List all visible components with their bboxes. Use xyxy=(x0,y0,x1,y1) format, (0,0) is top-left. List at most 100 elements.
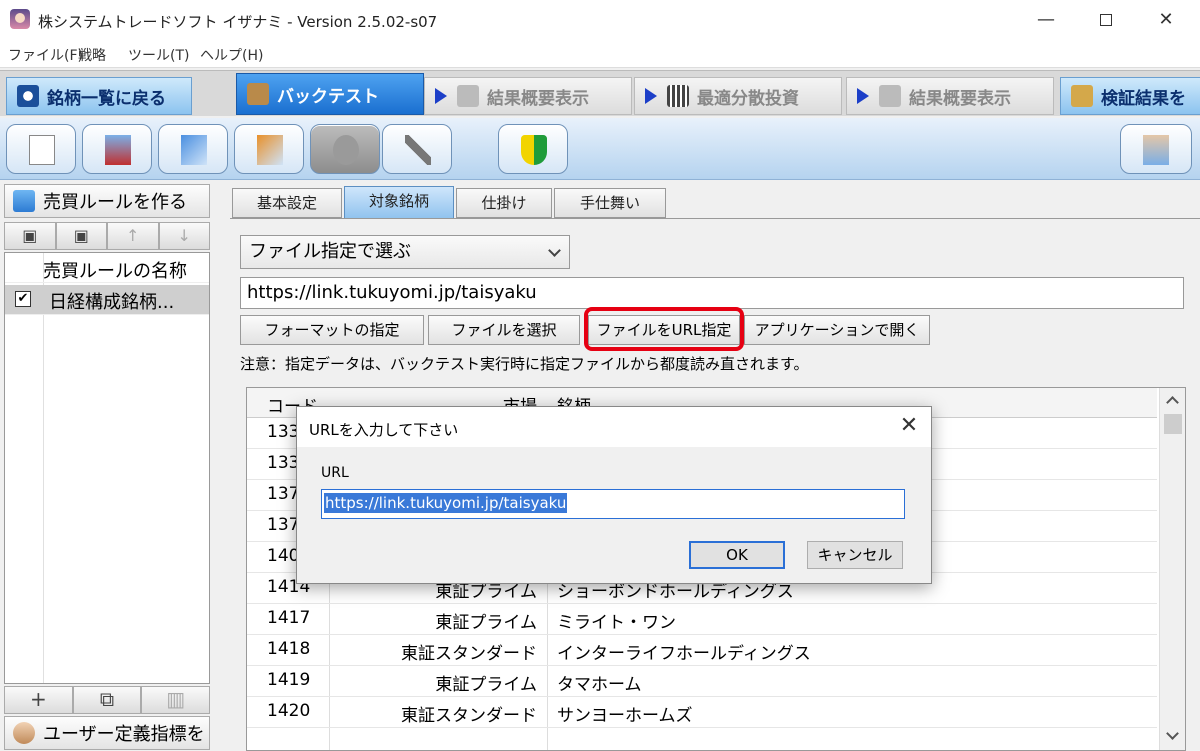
rule-checkbox[interactable]: ✔ xyxy=(15,291,31,307)
export-button[interactable] xyxy=(158,124,228,174)
chart-icon xyxy=(457,85,479,107)
table-row[interactable]: 1417 東証プライム ミライト・ワン xyxy=(247,604,1157,635)
menu-file[interactable]: ファイル(F) xyxy=(8,45,83,65)
open-with-app-button[interactable]: アプリケーションで開く xyxy=(744,315,930,345)
floppy-icon: ▣ xyxy=(22,226,38,245)
new-button[interactable] xyxy=(6,124,76,174)
tab-result-summary-2[interactable]: 結果概要表示 xyxy=(846,77,1054,115)
cell-code: 1420 xyxy=(267,701,311,721)
play-arrow-icon xyxy=(645,88,657,104)
delete-rule-button[interactable]: ▥ xyxy=(141,686,211,714)
cell-market: 東証スタンダード xyxy=(401,644,537,664)
table-row[interactable]: 1420 東証スタンダード サンヨーホームズ xyxy=(247,697,1157,728)
move-up-button[interactable]: ↑ xyxy=(107,222,159,250)
highlight-frame xyxy=(584,307,744,351)
rule-name-header: 売買ルールの名称 xyxy=(43,261,187,282)
tab-verify-results[interactable]: 検証結果を xyxy=(1060,77,1200,115)
cell-code: 137 xyxy=(267,484,300,504)
table-row[interactable]: 1419 東証プライム タマホーム xyxy=(247,666,1157,697)
url-input[interactable]: https://link.tukuyomi.jp/taisyaku xyxy=(321,489,905,519)
select-file-button[interactable]: ファイルを選択 xyxy=(428,315,580,345)
tab-label: 検証結果を xyxy=(1101,88,1186,109)
cell-name: ミライト・ワン xyxy=(557,613,676,633)
down-arrow-icon: ↓ xyxy=(177,226,191,245)
save-rule-button[interactable]: ▣ xyxy=(4,222,56,250)
cell-market: 東証スタンダード xyxy=(401,706,537,726)
rule-row[interactable]: ✔ 日経構成銘柄... xyxy=(5,285,209,315)
tab-optimal-portfolio[interactable]: 最適分散投資 xyxy=(634,77,842,115)
palette-icon xyxy=(333,135,359,165)
file-path-input[interactable]: https://link.tukuyomi.jp/taisyaku xyxy=(240,277,1184,309)
make-rule-button[interactable]: 売買ルールを作る xyxy=(4,184,210,218)
menu-help[interactable]: ヘルプ(H) xyxy=(200,45,263,65)
close-window-button[interactable]: ✕ xyxy=(1146,6,1186,34)
cell-name: サンヨーホームズ xyxy=(557,706,693,726)
cancel-button[interactable]: キャンセル xyxy=(807,541,903,569)
play-arrow-icon xyxy=(857,88,869,104)
grid-icon xyxy=(667,85,689,107)
tab-entry[interactable]: 仕掛け xyxy=(456,188,552,218)
add-rule-button[interactable]: + xyxy=(4,686,73,714)
cell-market: 東証プライム xyxy=(435,675,537,695)
minimize-button[interactable]: — xyxy=(1026,6,1066,34)
menu-tools[interactable]: ツール(T) xyxy=(128,45,189,65)
maximize-button[interactable] xyxy=(1086,6,1126,34)
import-button[interactable] xyxy=(234,124,304,174)
save-as-rule-button[interactable]: ▣ xyxy=(55,222,107,250)
rule-name: 日経構成銘柄... xyxy=(49,292,175,313)
tab-basic-settings[interactable]: 基本設定 xyxy=(232,188,342,218)
beginner-button[interactable] xyxy=(498,124,568,174)
column-divider xyxy=(43,253,44,683)
note-text: 注意：指定データは、バックテスト実行時に指定ファイルから都度読み直されます。 xyxy=(240,355,809,373)
scroll-down-icon[interactable] xyxy=(1166,727,1179,740)
dropdown-value: ファイル指定で選ぶ xyxy=(249,241,411,262)
selection-method-dropdown[interactable]: ファイル指定で選ぶ xyxy=(240,235,570,269)
user-indicator-button[interactable]: ユーザー定義指標を xyxy=(4,716,210,750)
format-button[interactable]: フォーマットの指定 xyxy=(240,315,424,345)
tab-exit[interactable]: 手仕舞い xyxy=(554,188,666,218)
dialog-title-bar: URLを入力して下さい ✕ xyxy=(297,407,931,447)
chevron-down-icon xyxy=(548,244,561,257)
cell-code: 1417 xyxy=(267,608,311,628)
tab-backtest[interactable]: バックテスト xyxy=(236,73,424,115)
tools-button[interactable] xyxy=(382,124,452,174)
make-rule-label: 売買ルールを作る xyxy=(43,192,187,213)
copy-rule-button[interactable]: ⧉ xyxy=(72,686,142,714)
cell-name: タマホーム xyxy=(557,675,642,695)
rule-icon xyxy=(13,190,35,212)
table-row[interactable]: 1418 東証スタンダード インターライフホールディングス xyxy=(247,635,1157,666)
vertical-scrollbar[interactable] xyxy=(1159,388,1185,750)
export-data-button[interactable] xyxy=(1120,124,1192,174)
open-icon xyxy=(105,135,131,165)
cell-code: 1419 xyxy=(267,670,311,690)
menu-strategy[interactable]: 戦略 xyxy=(78,45,106,65)
scroll-thumb[interactable] xyxy=(1164,414,1182,434)
floppy-icon: ▣ xyxy=(73,226,89,245)
cell-name: インターライフホールディングス xyxy=(557,644,811,664)
ok-button[interactable]: OK xyxy=(689,541,785,569)
copy-icon: ⧉ xyxy=(99,687,115,711)
plus-icon: + xyxy=(29,687,47,711)
tab-label: 最適分散投資 xyxy=(697,88,799,109)
window-title: 株システムトレードソフト イザナミ - Version 2.5.02-s07 xyxy=(38,13,438,31)
beginner-mark-icon xyxy=(521,135,547,165)
toolbar xyxy=(0,118,1200,180)
scroll-up-icon[interactable] xyxy=(1166,396,1179,409)
backtest-icon xyxy=(247,83,269,105)
wrench-icon xyxy=(405,135,431,165)
save-results-icon xyxy=(1071,85,1093,107)
tab-target-stocks[interactable]: 対象銘柄 xyxy=(344,186,454,220)
open-button[interactable] xyxy=(82,124,152,174)
dialog-close-button[interactable]: ✕ xyxy=(897,415,921,439)
cell-code: 133 xyxy=(267,453,300,473)
user-icon xyxy=(13,722,35,744)
main-tab-strip: 銘柄一覧に戻る バックテスト 結果概要表示 最適分散投資 結果概要表示 検証結果… xyxy=(0,70,1200,116)
export-icon xyxy=(181,135,207,165)
palette-button[interactable] xyxy=(310,124,380,174)
move-down-button[interactable]: ↓ xyxy=(158,222,210,250)
tab-result-summary-1[interactable]: 結果概要表示 xyxy=(424,77,632,115)
bar-chart-icon xyxy=(879,85,901,107)
rule-toolbar: ▣ ▣ ↑ ↓ xyxy=(4,222,210,250)
eye-icon xyxy=(17,85,39,107)
tab-back-to-list[interactable]: 銘柄一覧に戻る xyxy=(6,77,192,115)
